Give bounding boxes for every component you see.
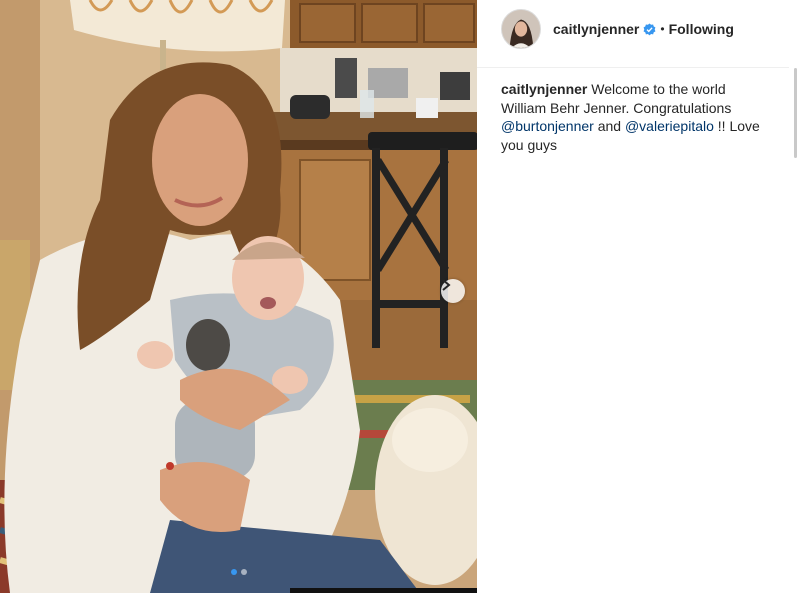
verified-badge-icon <box>643 22 656 35</box>
following-button[interactable]: Following <box>669 21 734 37</box>
comments-scrollbar[interactable] <box>794 68 797 158</box>
avatar[interactable] <box>501 9 541 49</box>
post-header: caitlynjenner • Following <box>477 0 789 68</box>
carousel-dot-2[interactable] <box>240 569 247 575</box>
header-separator: • <box>660 22 665 36</box>
chevron-right-icon <box>442 279 451 291</box>
carousel-indicator <box>0 569 477 577</box>
mention-valeriepitalo-link[interactable]: @valeriepitalo <box>625 118 714 134</box>
photo-image <box>0 0 477 593</box>
avatar-image <box>502 10 540 48</box>
post-side-panel: caitlynjenner • Following caitlynjenner … <box>477 0 798 593</box>
caption-text-2: and <box>597 118 622 134</box>
username-link[interactable]: caitlynjenner <box>553 21 639 37</box>
header-line: caitlynjenner • Following <box>553 20 734 38</box>
carousel-next-button[interactable] <box>441 279 465 303</box>
caption-username-link[interactable]: caitlynjenner <box>501 81 587 97</box>
mention-burtonjenner-link[interactable]: @burtonjenner <box>501 118 594 134</box>
post-photo[interactable] <box>0 0 477 593</box>
post-caption: caitlynjenner Welcome to the world Willi… <box>501 80 763 154</box>
carousel-dot-1[interactable] <box>230 569 237 575</box>
